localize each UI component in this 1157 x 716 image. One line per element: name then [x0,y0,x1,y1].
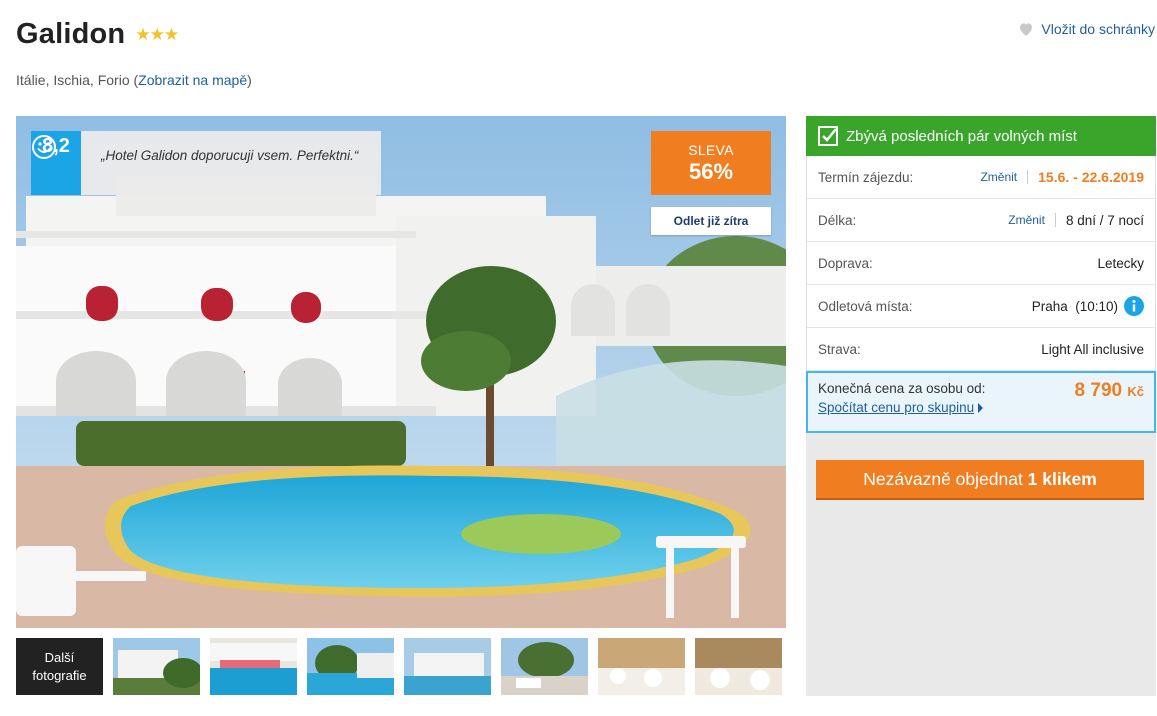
row-term: Termín zájezdu: Změnit 15.6. - 22.6.2019 [807,156,1155,199]
order-button[interactable]: Nezávazně objednat 1 klikem [816,460,1144,498]
board-value: Light All inclusive [1041,341,1144,357]
discount-value: 56% [688,159,734,184]
price-box: Konečná cena za osobu od: 8 790 Kč Spočí… [806,371,1156,433]
smiley-icon [32,135,56,159]
add-to-favorites-label: Vložit do schránky [1041,21,1155,37]
more-photos-line1: Další [44,649,75,665]
add-to-favorites[interactable]: Vložit do schránky [1017,20,1155,38]
order-button-bold: 1 klikem [1027,469,1097,489]
thumbnail-image [501,638,588,695]
more-photos-button[interactable]: Další fotografie [16,638,103,695]
group-price-link[interactable]: Spočítat cenu pro skupinu [818,400,984,415]
thumbnail-2[interactable] [210,638,297,695]
board-label: Strava: [818,341,861,357]
discount-label: SLEVA [688,142,734,158]
review-quote: „Hotel Galidon doporucuji vsem. Perfektn… [81,131,381,195]
hotel-name: Galidon [16,18,126,50]
location-close: ) [247,72,252,88]
location: Itálie, Ischia, Forio (Zobrazit na mapě) [16,72,252,88]
row-board: Strava: Light All inclusive [807,328,1155,371]
rating-score-badge: 8,2 [31,131,81,195]
trip-details: Termín zájezdu: Změnit 15.6. - 22.6.2019… [806,156,1156,371]
thumbnail-image [695,638,782,695]
departure-places-label: Odletová místa: [818,298,913,314]
thumbnail-3[interactable] [307,638,394,695]
info-icon[interactable] [1124,296,1144,316]
more-photos-line2: fotografie [32,667,87,683]
thumbnail-image [598,638,685,695]
discount-badge: SLEVA 56% [651,131,771,195]
change-length-link[interactable]: Změnit [1008,213,1056,227]
thumbnail-4[interactable] [404,638,491,695]
show-on-map-link[interactable]: Zobrazit na mapě [138,72,247,88]
thumbnail-image [307,638,394,695]
star-rating: ★★★ [135,24,179,44]
location-text: Itálie, Ischia, Forio ( [16,72,139,88]
thumbnail-1[interactable] [113,638,200,695]
transport-value: Letecky [1097,255,1144,271]
thumbnail-image [210,638,297,695]
transport-label: Doprava: [818,255,873,271]
thumbnail-image [404,638,491,695]
thumbnail-6[interactable] [598,638,685,695]
group-price-link-label: Spočítat cenu pro skupinu [818,400,975,415]
booking-panel: Zbývá posledních pár volných míst Termín… [806,116,1156,696]
triangle-right-icon [978,403,984,413]
order-button-prefix: Nezávazně objednat [863,469,1028,489]
availability-text: Zbývá posledních pár volných míst [846,127,1077,145]
length-label: Délka: [818,212,857,228]
departure-places-value: Praha (10:10) [1031,298,1118,314]
price-value: 8 790 Kč [1075,380,1144,402]
availability-banner: Zbývá posledních pár volných míst [806,116,1156,156]
change-term-link[interactable]: Změnit [980,170,1029,184]
price-currency: Kč [1127,384,1144,399]
row-departure-places: Odletová místa: Praha (10:10) [807,285,1155,328]
thumbnail-5[interactable] [501,638,588,695]
main-hotel-photo[interactable]: 8,2 „Hotel Galidon doporucuji vsem. Perf… [16,116,786,628]
price-amount: 8 790 [1074,380,1123,401]
row-length: Délka: Změnit 8 dní / 7 nocí [807,199,1155,242]
thumbnail-image [113,638,200,695]
row-transport: Doprava: Letecky [807,242,1155,285]
length-value: 8 dní / 7 nocí [1065,212,1144,228]
thumbnail-strip: Další fotografie [16,638,782,695]
checkbox-check-icon [818,126,838,146]
term-label: Termín zájezdu: [818,169,914,185]
departure-badge: Odlet již zítra [651,207,771,235]
rating-box: 8,2 „Hotel Galidon doporucuji vsem. Perf… [31,131,381,195]
title-row: Galidon ★★★ [16,18,179,51]
term-value: 15.6. - 22.6.2019 [1038,169,1144,185]
thumbnail-7[interactable] [695,638,782,695]
heart-icon [1020,23,1033,36]
